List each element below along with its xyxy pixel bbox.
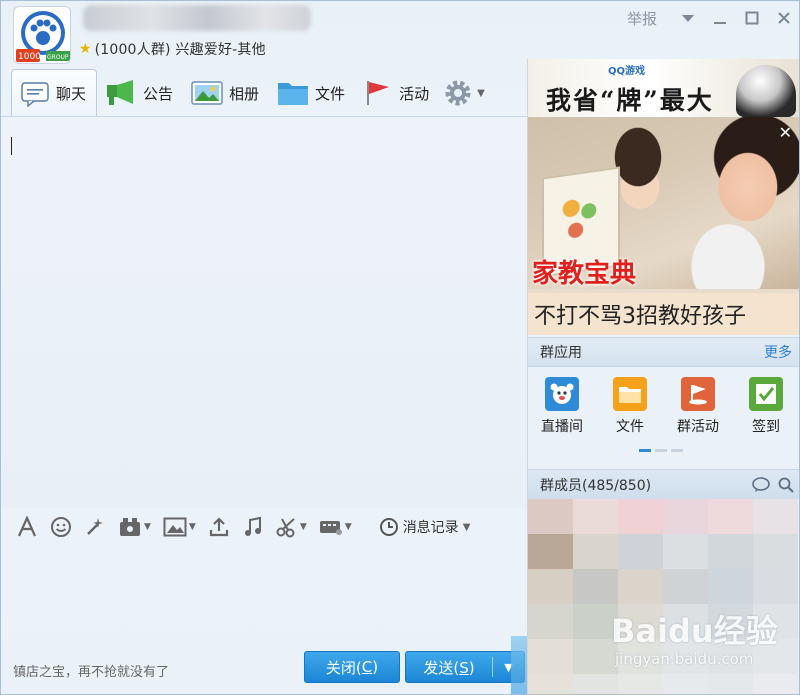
baidu-jingyan-watermark: Baidu经验 jingyan.baidu.com xyxy=(611,606,799,686)
tab-announcement-label: 公告 xyxy=(143,84,174,103)
message-history-label: 消息记录 xyxy=(402,520,459,536)
send-button-label: 发送(S) xyxy=(423,658,475,677)
magic-wand-icon[interactable] xyxy=(81,513,109,541)
emoji-icon[interactable] xyxy=(47,513,75,541)
group-subtitle: ★ (1000人群) 兴趣爱好-其他 xyxy=(79,41,266,58)
chevron-down-icon: ▼ xyxy=(477,87,485,99)
dropdown-arrow-icon[interactable] xyxy=(677,7,699,29)
search-icon[interactable] xyxy=(778,477,794,493)
gear-icon xyxy=(445,80,471,106)
checkin-icon xyxy=(749,377,783,411)
more-tools[interactable]: ▼ xyxy=(316,513,355,541)
chevron-down-icon: ▼ xyxy=(462,521,471,533)
upload-icon[interactable] xyxy=(205,513,233,541)
star-icon: ★ xyxy=(79,41,92,57)
qq-group-chat-window: 1000 GROUP ★ (1000人群) 兴趣爱好-其他 举报 聊天 公告 相… xyxy=(0,0,800,695)
send-button[interactable]: 发送(S) ▼ xyxy=(405,651,525,683)
header: 1000 GROUP ★ (1000人群) 兴趣爱好-其他 举报 xyxy=(1,1,799,64)
image-tool[interactable]: ▼ xyxy=(160,513,199,541)
font-icon[interactable] xyxy=(13,513,41,541)
message-history-button[interactable]: 消息记录 ▼ xyxy=(379,517,471,537)
tab-album-label: 相册 xyxy=(229,84,260,103)
svg-text:GROUP: GROUP xyxy=(47,54,69,61)
text-cursor xyxy=(11,137,12,155)
group-name-redacted xyxy=(83,5,311,31)
group-members-title: 群成员(485/850) xyxy=(540,477,652,494)
decorative-edge xyxy=(511,636,527,694)
chevron-down-icon: ▼ xyxy=(188,522,196,532)
group-apps-header: 群应用 更多 xyxy=(528,337,799,367)
message-area[interactable] xyxy=(1,116,527,508)
chat-icon[interactable] xyxy=(752,476,772,493)
tab-activity-label: 活动 xyxy=(399,84,430,103)
scissors-icon xyxy=(276,518,295,538)
input-toolbar: ▼ ▼ ▼ ▼ 消息记录 ▼ xyxy=(1,509,527,545)
group-members-header: 群成员(485/850) xyxy=(528,469,799,499)
keyboard-icon xyxy=(319,521,342,535)
app-live-room[interactable]: 直播间 xyxy=(531,377,593,443)
ad-banner-top[interactable]: QQ游戏 我省“牌”最大 xyxy=(528,59,799,117)
chevron-down-icon: ▼ xyxy=(344,522,352,532)
group-apps-list: 直播间 文件 群活动 签到 xyxy=(528,377,799,443)
folder-icon xyxy=(278,83,309,105)
tab-files[interactable]: 文件 xyxy=(269,70,355,116)
group-avatar[interactable]: 1000 GROUP xyxy=(13,6,71,64)
message-input[interactable] xyxy=(1,546,527,646)
screenshot-icon xyxy=(120,518,140,536)
tab-files-label: 文件 xyxy=(315,84,346,103)
tab-chat-label: 聊天 xyxy=(56,85,87,103)
qq-games-logo: QQ游戏 xyxy=(608,66,646,77)
ad-top-text: 我省“牌”最大 xyxy=(546,86,714,115)
pager-dot[interactable] xyxy=(671,449,683,452)
ad-banner-main[interactable]: ✕ 家教宝典 不打不骂3招教好孩子 xyxy=(528,117,799,335)
ad-title: 家教宝典 xyxy=(532,259,637,289)
footer-promo-text[interactable]: 镇店之宝，再不抢就没有了 xyxy=(13,661,169,680)
chevron-down-icon: ▼ xyxy=(299,522,307,532)
app-group-activity[interactable]: 群活动 xyxy=(667,377,729,443)
tab-bar: 聊天 公告 相册 文件 活动 ▼ xyxy=(11,69,485,117)
watermark-brand: Baidu经验 xyxy=(611,612,778,650)
tab-chat[interactable]: 聊天 xyxy=(11,69,98,117)
image-icon xyxy=(163,517,187,537)
chat-bubble-icon xyxy=(21,81,49,107)
tab-activity[interactable]: 活动 xyxy=(355,70,439,116)
group-apps-title: 群应用 xyxy=(540,345,582,361)
app-files[interactable]: 文件 xyxy=(599,377,661,443)
svg-text:1000: 1000 xyxy=(18,52,41,62)
group-activity-icon xyxy=(681,377,715,411)
maximize-icon[interactable] xyxy=(741,7,763,29)
music-icon[interactable] xyxy=(239,513,267,541)
screenshot-tool[interactable]: ▼ xyxy=(115,513,154,541)
members-tools xyxy=(752,476,794,493)
flag-icon xyxy=(367,81,390,105)
ad-product-image xyxy=(736,65,796,117)
report-button[interactable]: 举报 xyxy=(627,8,657,29)
tab-announcement[interactable]: 公告 xyxy=(97,70,183,116)
right-panel: QQ游戏 我省“牌”最大 ✕ 家教宝典 不打不骂3招教好孩子 群应用 更多 直播… xyxy=(527,59,799,694)
megaphone-icon xyxy=(107,80,134,105)
scissors-tool[interactable]: ▼ xyxy=(273,513,310,541)
pager-dot[interactable] xyxy=(639,449,651,452)
folder-icon xyxy=(613,377,647,411)
tab-album[interactable]: 相册 xyxy=(183,70,269,116)
app-checkin[interactable]: 签到 xyxy=(735,377,797,443)
apps-pager xyxy=(639,449,683,452)
clock-icon xyxy=(379,518,398,536)
close-icon[interactable] xyxy=(773,7,795,29)
pager-dot[interactable] xyxy=(655,449,667,452)
minimize-icon[interactable] xyxy=(709,7,731,29)
close-icon[interactable]: ✕ xyxy=(779,123,792,142)
window-controls: 举报 xyxy=(627,7,795,29)
ad-subtitle: 不打不骂3招教好孩子 xyxy=(528,293,799,335)
close-button[interactable]: 关闭(C) xyxy=(304,651,400,683)
chevron-down-icon: ▼ xyxy=(144,522,151,532)
more-apps-link[interactable]: 更多 xyxy=(764,342,792,362)
watermark-url: jingyan.baidu.com xyxy=(615,650,754,668)
photo-icon xyxy=(191,81,223,105)
settings-menu[interactable]: ▼ xyxy=(443,78,485,108)
live-room-icon xyxy=(545,377,579,411)
